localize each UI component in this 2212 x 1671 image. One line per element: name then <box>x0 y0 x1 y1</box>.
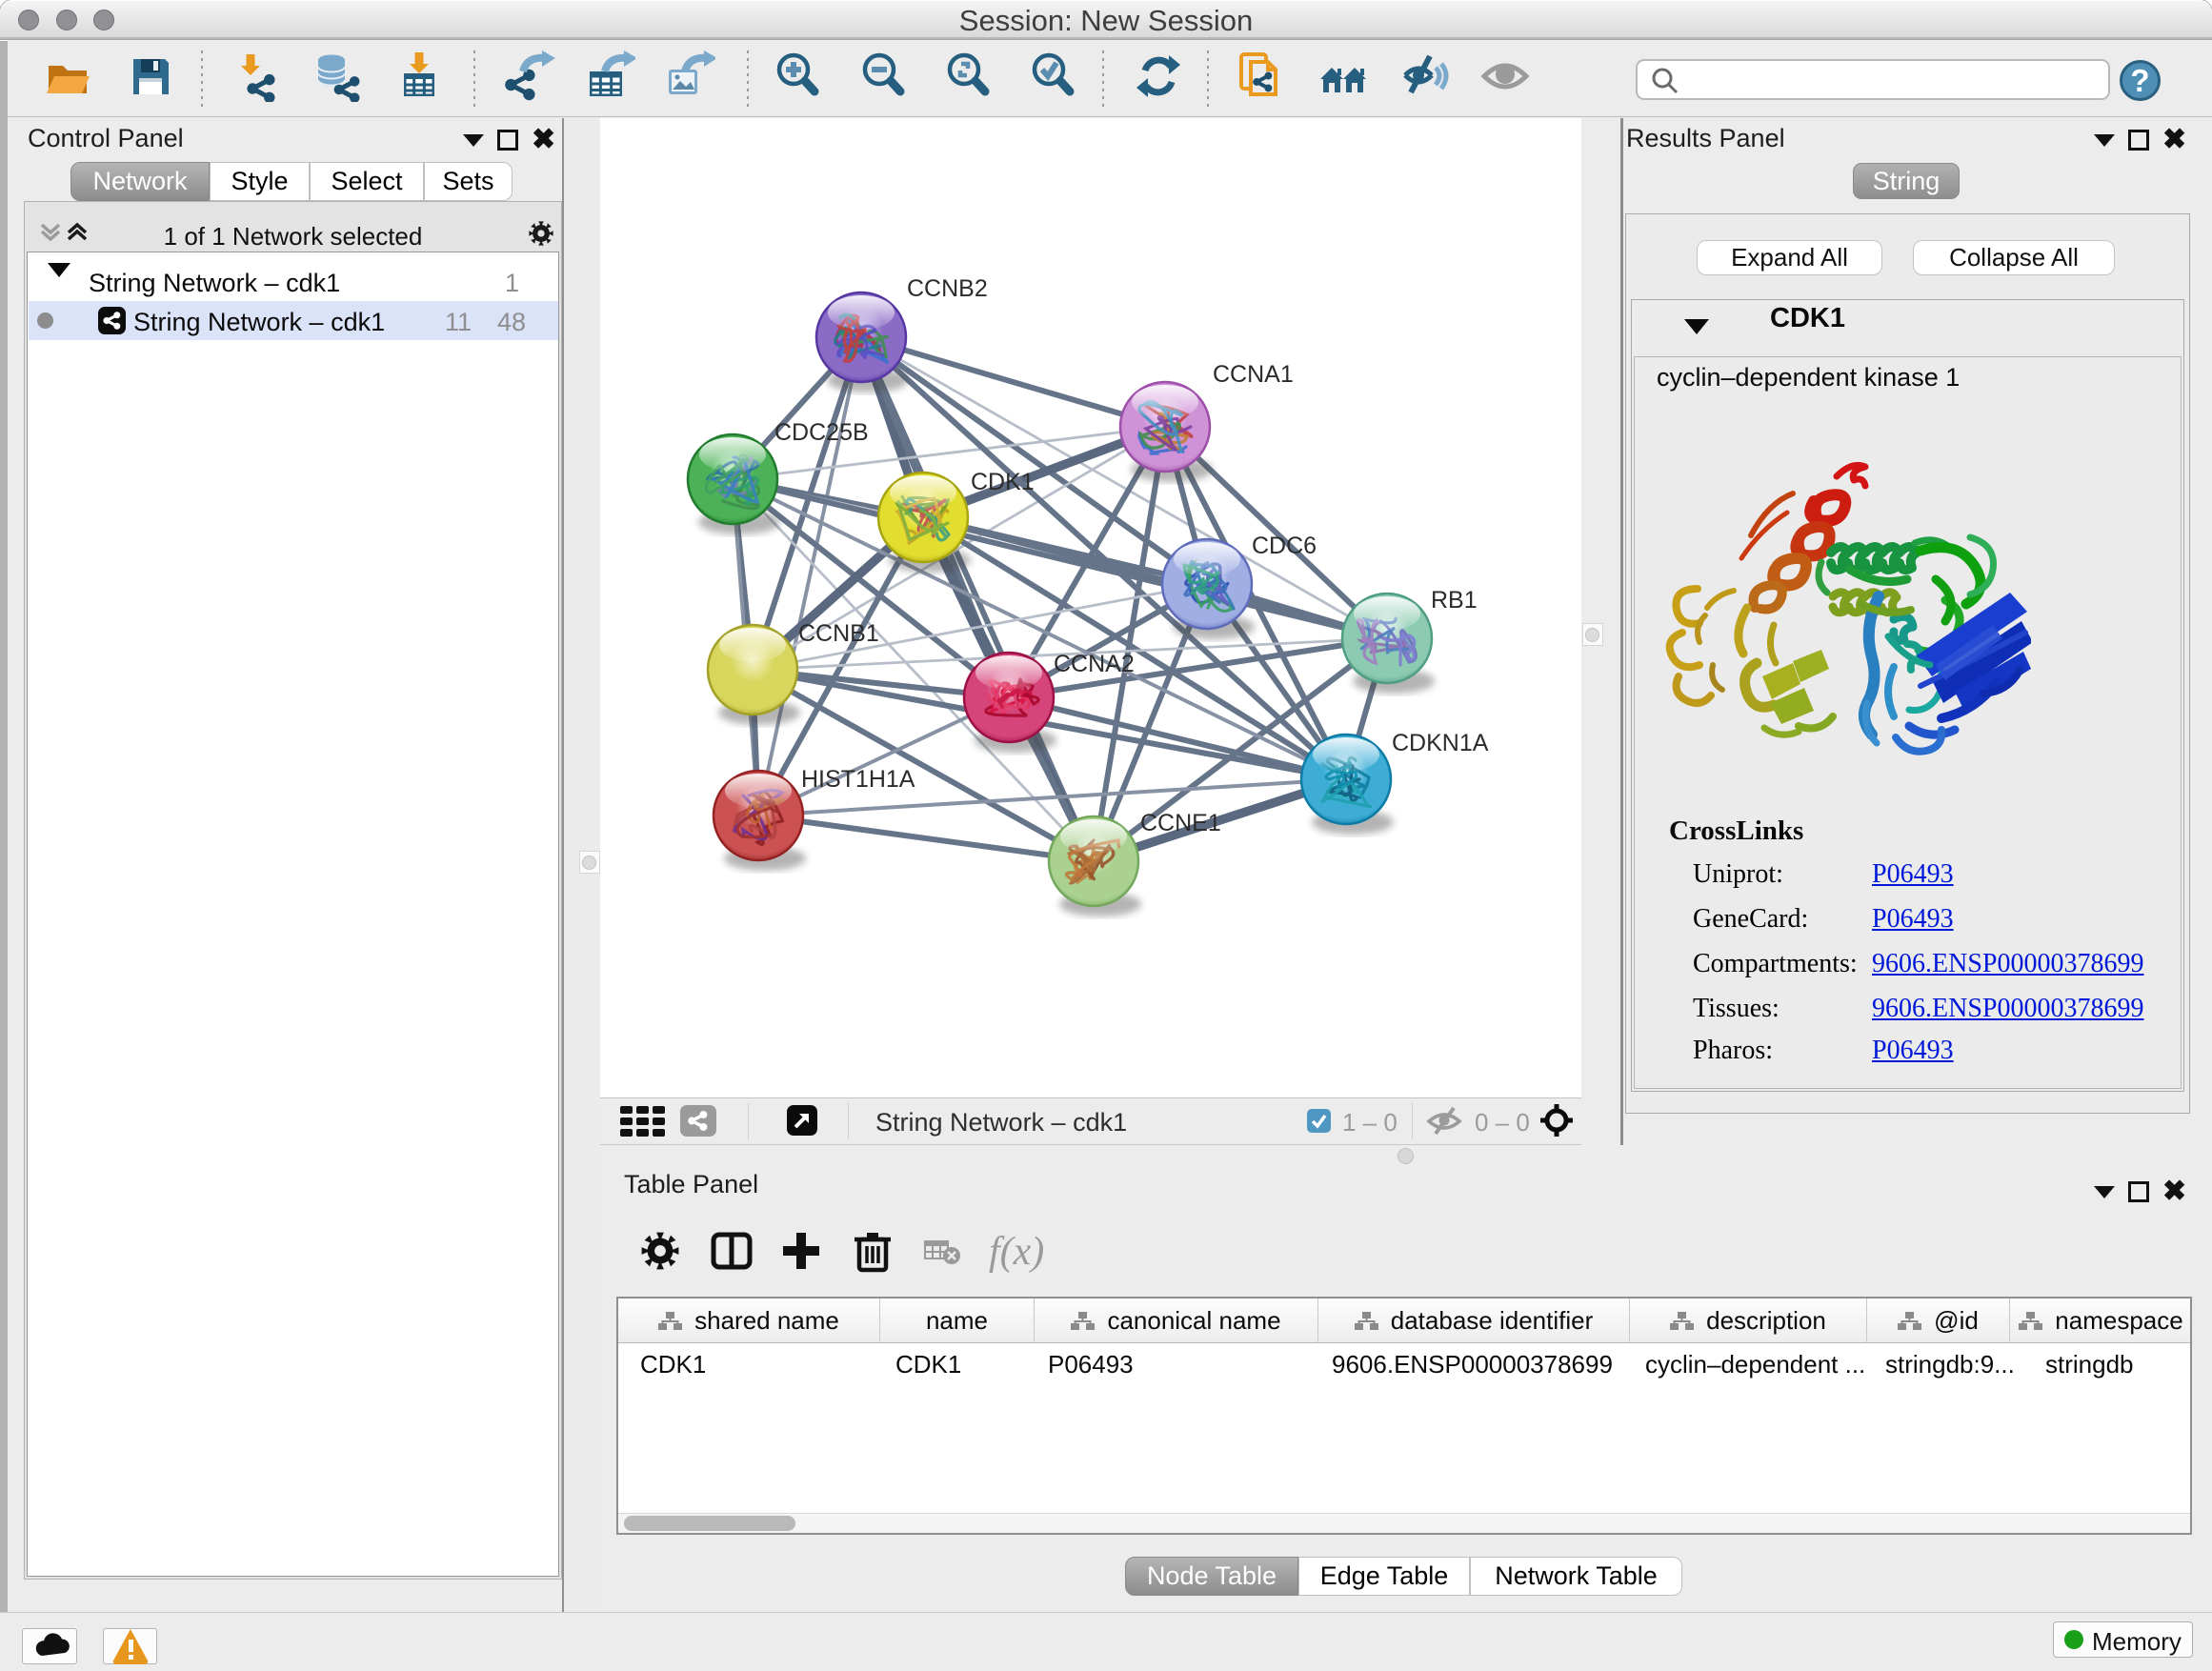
svg-text:HIST1H1A: HIST1H1A <box>801 766 915 793</box>
svg-text:CDC25B: CDC25B <box>774 419 869 446</box>
svg-text:CCNE1: CCNE1 <box>1140 810 1221 836</box>
svg-text:CDC6: CDC6 <box>1252 533 1317 559</box>
svg-text:CCNA2: CCNA2 <box>1054 651 1135 677</box>
svg-text:RB1: RB1 <box>1431 587 1478 614</box>
svg-text:CDK1: CDK1 <box>971 469 1035 495</box>
svg-text:CDKN1A: CDKN1A <box>1392 730 1489 756</box>
svg-text:CCNA1: CCNA1 <box>1213 361 1294 388</box>
svg-text:CCNB1: CCNB1 <box>798 620 879 647</box>
svg-text:CCNB2: CCNB2 <box>907 275 988 302</box>
